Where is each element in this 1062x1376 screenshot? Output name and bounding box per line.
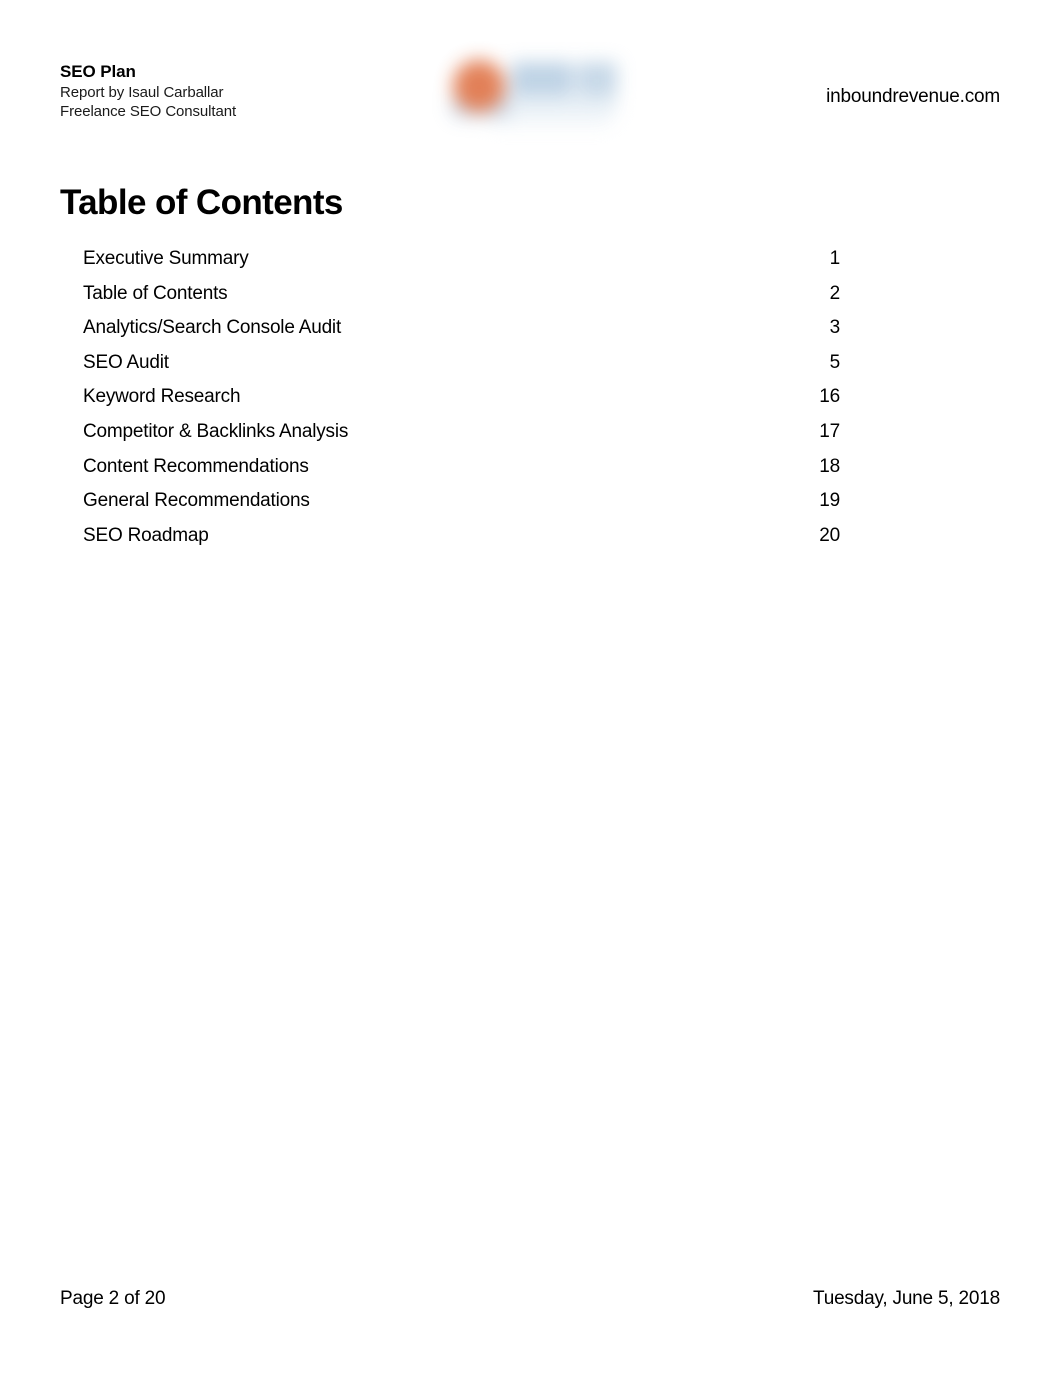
toc-entry-page-number: 19 <box>819 490 840 512</box>
logo-wordmark-underline <box>511 98 617 112</box>
toc-entry-page-number: 2 <box>829 282 841 304</box>
footer-page-indicator: Page 2 of 20 <box>60 1288 166 1309</box>
document-page: SEO Plan Report by Isaul Carballar Freel… <box>0 0 1062 1376</box>
toc-entry[interactable]: Competitor & Backlinks Analysis 17 <box>83 421 840 456</box>
logo-tagline <box>491 116 611 125</box>
toc-entry[interactable]: Executive Summary 1 <box>83 248 840 283</box>
toc-entry[interactable]: Table of Contents 2 <box>83 283 840 318</box>
toc-entry-label: Table of Contents <box>83 282 228 304</box>
document-header: SEO Plan Report by Isaul Carballar Freel… <box>0 0 1062 150</box>
toc-entry-page-number: 16 <box>819 386 840 408</box>
toc-entry[interactable]: SEO Roadmap 20 <box>83 525 840 560</box>
footer-date: Tuesday, June 5, 2018 <box>813 1288 1000 1309</box>
toc-entry[interactable]: Analytics/Search Console Audit 3 <box>83 317 840 352</box>
report-author: Report by Isaul Carballar <box>60 84 224 101</box>
company-logo-blurred-icon <box>435 44 645 140</box>
page-title: Table of Contents <box>60 183 343 222</box>
toc-entry-page-number: 20 <box>819 524 840 546</box>
header-website: inboundrevenue.com <box>826 86 1000 107</box>
toc-entry-page-number: 3 <box>829 317 841 339</box>
toc-entry[interactable]: SEO Audit 5 <box>83 352 840 387</box>
toc-entry-page-number: 18 <box>819 455 840 477</box>
logo-wordmark-part-1 <box>511 62 573 96</box>
logo-circle-mark <box>453 60 505 112</box>
toc-entry-label: General Recommendations <box>83 490 310 512</box>
toc-entry-label: SEO Audit <box>83 351 169 373</box>
toc-entry-page-number: 5 <box>829 351 841 373</box>
toc-entry-label: SEO Roadmap <box>83 524 209 546</box>
logo-blur-group <box>435 44 645 140</box>
logo-wordmark-part-2 <box>577 62 617 96</box>
toc-entry-label: Keyword Research <box>83 386 241 408</box>
toc-entry-page-number: 17 <box>819 420 840 442</box>
toc-entry-label: Content Recommendations <box>83 455 309 477</box>
toc-entry-label: Executive Summary <box>83 248 249 269</box>
header-identity-block: SEO Plan Report by Isaul Carballar Freel… <box>60 63 236 123</box>
report-author-role: Freelance SEO Consultant <box>60 103 237 120</box>
document-footer: Page 2 of 20 Tuesday, June 5, 2018 <box>60 1288 1000 1310</box>
toc-entry-page-number: 1 <box>829 248 841 269</box>
toc-entry[interactable]: General Recommendations 19 <box>83 490 840 525</box>
report-title: SEO Plan <box>60 62 136 81</box>
toc-entry[interactable]: Content Recommendations 18 <box>83 456 840 491</box>
toc-entry[interactable]: Keyword Research 16 <box>83 386 840 421</box>
toc-entry-label: Analytics/Search Console Audit <box>83 317 342 339</box>
table-of-contents-list: Executive Summary 1 Table of Contents 2 … <box>83 248 840 559</box>
toc-entry-label: Competitor & Backlinks Analysis <box>83 420 349 442</box>
